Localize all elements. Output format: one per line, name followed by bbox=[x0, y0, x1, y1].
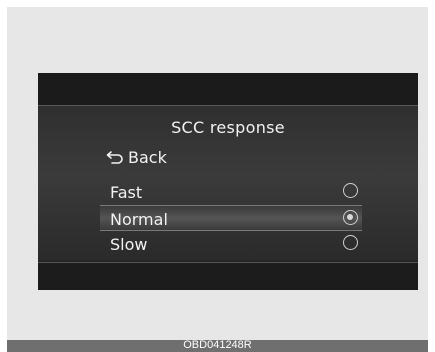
option-label: Fast bbox=[110, 183, 143, 202]
option-label: Normal bbox=[110, 210, 168, 229]
radio-selected-dot bbox=[347, 214, 353, 220]
page-title: SCC response bbox=[171, 118, 285, 137]
back-arrow-icon bbox=[106, 151, 123, 164]
radio-button-icon[interactable] bbox=[343, 210, 358, 225]
figure-code: OBD041248R bbox=[183, 339, 252, 351]
back-label: Back bbox=[128, 147, 167, 167]
option-label: Slow bbox=[110, 235, 148, 254]
option-fast[interactable]: Fast bbox=[100, 179, 362, 205]
figure-frame: SCC response Back Fast Normal Slow bbox=[7, 7, 428, 340]
option-normal[interactable]: Normal bbox=[100, 205, 362, 231]
bottom-bar bbox=[38, 262, 418, 290]
back-button[interactable]: Back bbox=[106, 146, 167, 168]
radio-button-icon[interactable] bbox=[343, 235, 358, 250]
caption-bar: OBD041248R bbox=[7, 339, 428, 352]
radio-button-icon[interactable] bbox=[343, 183, 358, 198]
option-slow[interactable]: Slow bbox=[100, 231, 362, 257]
top-bar bbox=[38, 73, 418, 106]
display-screen: SCC response Back Fast Normal Slow bbox=[38, 73, 418, 290]
